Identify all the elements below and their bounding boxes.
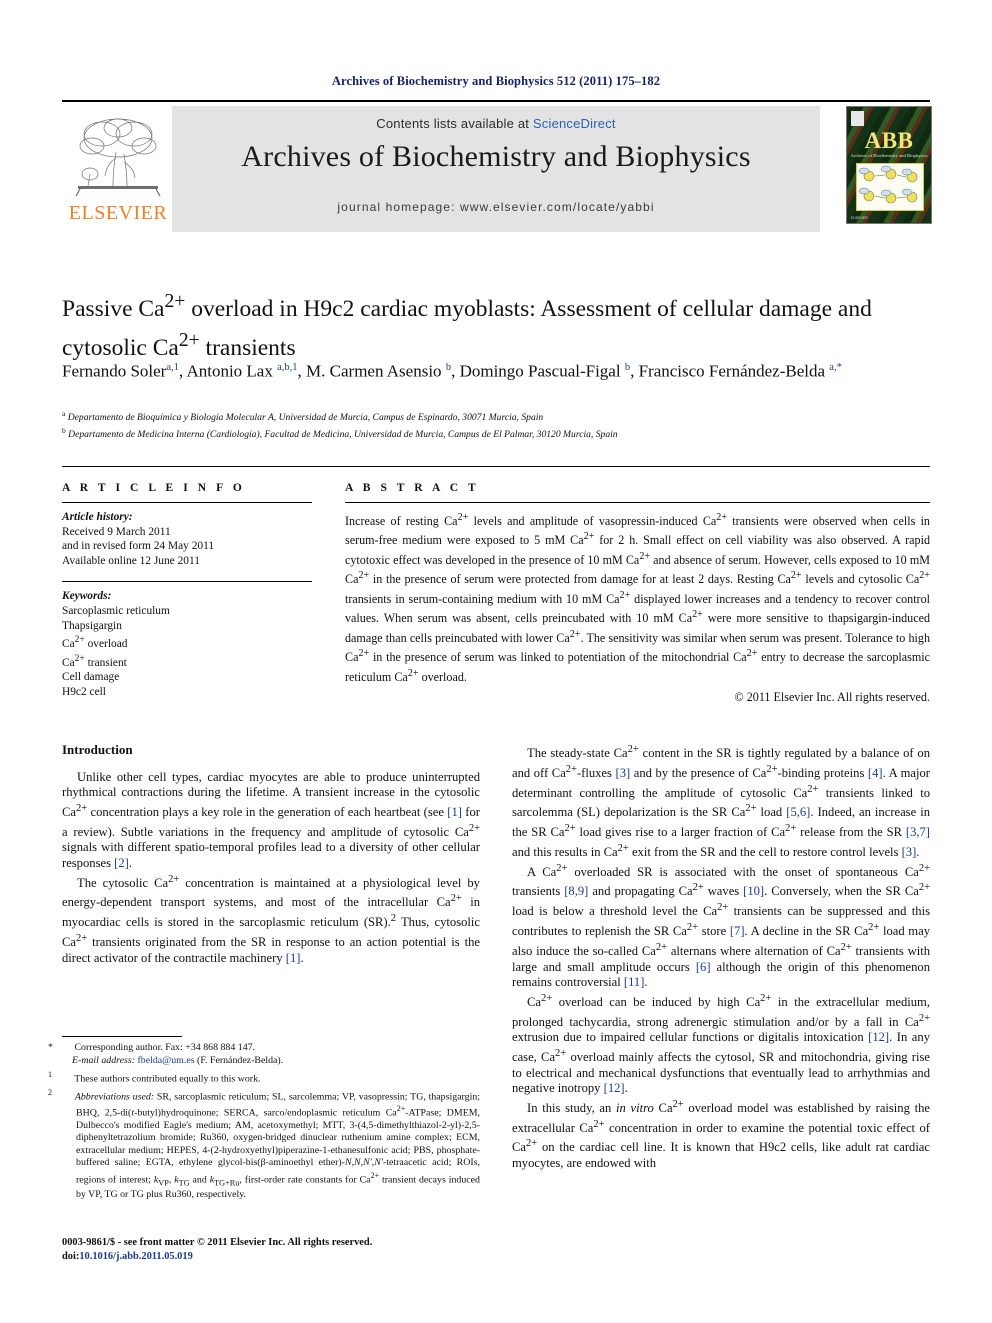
footnote-equal-contribution: 1 These authors contributed equally to t… [48,1069,261,1085]
history-online: Available online 12 June 2011 [62,554,200,567]
paragraph: In this study, an in vitro Ca2+ overload… [512,1098,930,1171]
footnote-abbreviations: 2 Abbreviations used: SR, sarcoplasmic r… [48,1087,481,1201]
abstract-rule [345,502,930,503]
sciencedirect-link[interactable]: ScienceDirect [533,116,616,131]
article-info-heading: A R T I C L E I N F O [62,482,246,494]
article-info-rule-1 [62,502,312,503]
abstract-text: Increase of resting Ca2+ levels and ampl… [345,512,931,684]
abstract-heading: A B S T R A C T [345,482,480,494]
footnotes-block: * Corresponding author. Fax: +34 868 884… [48,1042,481,1203]
doi-label: doi: [62,1250,80,1262]
keyword-item: Sarcoplasmic reticulum [62,604,170,617]
history-received: Received 9 March 2011 [62,525,171,538]
journal-homepage-line[interactable]: journal homepage: www.elsevier.com/locat… [172,200,820,214]
cover-diagram-icon [858,165,918,204]
elsevier-logo: ELSEVIER [66,106,170,230]
author-list: Fernando Solera,1, Antonio Lax a,b,1, M.… [62,361,842,381]
elsevier-tree-icon [75,118,161,197]
footnote-separator-rule [62,1036,182,1037]
article-history: Article history: Received 9 March 2011 a… [62,510,312,568]
paragraph: Unlike other cell types, cardiac myocyte… [62,769,480,870]
contents-lists-line: Contents lists available at ScienceDirec… [172,116,820,131]
elsevier-wordmark: ELSEVIER [68,202,168,224]
keyword-item: Ca2+ transient [62,653,127,669]
article-history-label: Article history: [62,511,133,523]
keyword-item: Cell damage [62,670,120,683]
affiliation-a: a Departamento de Bioquímica y Biología … [62,409,544,424]
footnote-corresponding-author: * Corresponding author. Fax: +34 868 884… [48,1042,256,1053]
journal-masthead: Contents lists available at ScienceDirec… [62,100,930,236]
paragraph: A Ca2+ overloaded SR is associated with … [512,862,931,990]
masthead-top-rule [62,100,930,102]
history-revised: and in revised form 24 May 2011 [62,540,215,553]
paragraph: Ca2+ overload can be induced by high Ca2… [512,992,931,1096]
affiliation-b: b Departamento de Medicina Interna (Card… [62,425,618,440]
footnote-email: E-mail address: fbelda@um.es (F. Fernánd… [72,1055,284,1067]
introduction-left-column: Introduction Unlike other cell types, ca… [62,742,480,966]
article-info-rule-2 [62,581,312,583]
abstract-column: A B S T R A C T Increase of resting Ca2+… [345,482,930,705]
paragraph: The steady-state Ca2+ content in the SR … [512,744,931,860]
doi-link[interactable]: 10.1016/j.abb.2011.05.019 [79,1251,192,1262]
issn-copyright-line: 0003-9861/$ - see front matter © 2011 El… [62,1237,373,1248]
keyword-item: H9c2 cell [62,685,106,698]
journal-article-page: Archives of Biochemistry and Biophysics … [0,0,992,1323]
page-footer: 0003-9861/$ - see front matter © 2011 El… [62,1236,492,1263]
keywords-block: Keywords: Sarcoplasmic reticulum Thapsig… [62,589,312,699]
introduction-right-column: The steady-state Ca2+ content in the SR … [512,742,930,1172]
cover-publisher-logo [851,111,864,126]
journal-cover-thumbnail: ABB Archives of Biochemistry and Biophys… [846,106,932,224]
cover-subtitle: Archives of Biochemistry and Biophysics [850,153,928,158]
info-abstract-top-rule [62,466,930,467]
cover-footer-text: ELSEVIER [851,216,868,220]
abstract-copyright: © 2011 Elsevier Inc. All rights reserved… [734,689,930,704]
contents-lists-prefix: Contents lists available at [376,116,533,131]
article-info-column: A R T I C L E I N F O Article history: R… [62,482,312,699]
cover-abbreviation: ABB [864,128,914,153]
introduction-heading: Introduction [62,742,133,757]
page-title: Passive Ca2+ overload in H9c2 cardiac my… [62,291,872,361]
journal-title: Archives of Biochemistry and Biophysics [241,140,751,173]
affiliations: a Departamento de Bioquímica y Biología … [62,408,930,441]
keyword-item: Ca2+ overload [62,635,128,650]
paragraph: The cytosolic Ca2+ concentration is main… [62,873,481,965]
cover-figure-panel [856,163,924,211]
running-head: Archives of Biochemistry and Biophysics … [331,74,661,88]
keywords-label: Keywords: [62,590,112,603]
doi-line: doi:10.1016/j.abb.2011.05.019 [62,1250,492,1264]
keyword-item: Thapsigargin [62,619,122,632]
